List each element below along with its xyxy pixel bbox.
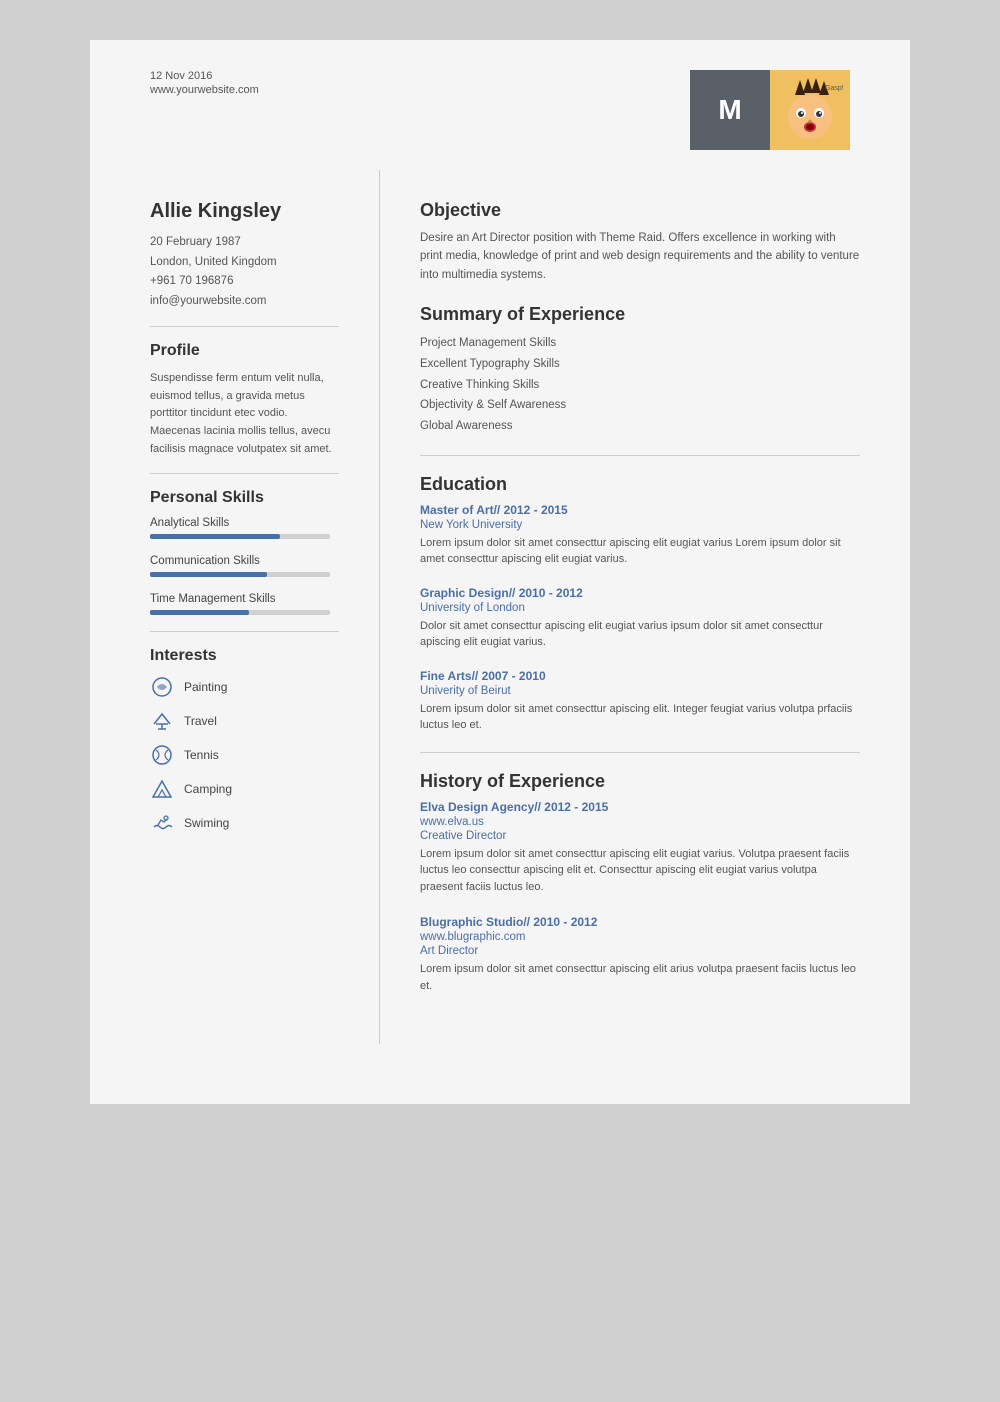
edu-entry-2: Fine Arts// 2007 - 2010 Univerity of Bei… [420,669,860,734]
skill-analytical-label: Analytical Skills [150,517,339,529]
exp-role-1: Art Director [420,945,860,957]
skill-communication: Communication Skills [150,555,339,577]
header: 12 Nov 2016 www.yourwebsite.com M [90,40,910,170]
edu-school-2: Univerity of Beirut [420,685,860,697]
education-section: Education Master of Art// 2012 - 2015 Ne… [420,474,860,734]
person-location: London, United Kingdom [150,253,339,273]
tennis-icon [150,743,174,767]
skill-time-label: Time Management Skills [150,593,339,605]
skill-analytical-bar-fill [150,534,280,539]
history-section: History of Experience Elva Design Agency… [420,771,860,995]
interest-painting: Painting [150,675,339,699]
interest-travel-label: Travel [184,714,217,728]
interest-camping: Camping [150,777,339,801]
exp-role-0: Creative Director [420,830,860,842]
history-title: History of Experience [420,771,860,792]
interest-painting-label: Painting [184,680,227,694]
interests-section: Interests Painting [150,647,339,835]
person-dob: 20 February 1987 [150,233,339,253]
header-date: 12 Nov 2016 [150,70,259,82]
exp-desc-1: Lorem ipsum dolor sit amet consecttur ap… [420,961,860,994]
edu-desc-2: Lorem ipsum dolor sit amet consecttur ap… [420,701,860,734]
right-column: Objective Desire an Art Director positio… [380,170,910,1044]
header-left: 12 Nov 2016 www.yourwebsite.com [150,70,259,96]
left-column: Allie Kingsley 20 February 1987 London, … [90,170,380,1044]
divider-3 [150,631,339,632]
divider-2 [150,473,339,474]
edu-entry-1: Graphic Design// 2010 - 2012 University … [420,586,860,651]
person-phone: +961 70 196876 [150,272,339,292]
summary-title: Summary of Experience [420,304,860,325]
edu-degree-0: Master of Art// 2012 - 2015 [420,503,860,517]
interest-tennis-label: Tennis [184,748,219,762]
divider-right-1 [420,455,860,456]
exp-desc-0: Lorem ipsum dolor sit amet consecttur ap… [420,846,860,896]
summary-item-0: Project Management Skills [420,333,860,354]
skill-time-bar-bg [150,610,330,615]
edu-school-1: University of London [420,602,860,614]
skill-analytical-bar-bg [150,534,330,539]
summary-item-2: Creative Thinking Skills [420,375,860,396]
objective-section: Objective Desire an Art Director positio… [420,200,860,284]
edu-degree-2: Fine Arts// 2007 - 2010 [420,669,860,683]
interest-camping-label: Camping [184,782,232,796]
exp-company-1: Blugraphic Studio// 2010 - 2012 [420,915,860,929]
interest-travel: Travel [150,709,339,733]
edu-entry-0: Master of Art// 2012 - 2015 New York Uni… [420,503,860,568]
summary-item-3: Objectivity & Self Awareness [420,395,860,416]
skill-time-management: Time Management Skills [150,593,339,615]
skill-communication-bar-fill [150,572,267,577]
header-website: www.yourwebsite.com [150,84,259,96]
edu-desc-1: Dolor sit amet consecttur apiscing elit … [420,618,860,651]
exp-entry-1: Blugraphic Studio// 2010 - 2012 www.blug… [420,915,860,994]
interest-swimming: Swiming [150,811,339,835]
swimming-icon [150,811,174,835]
painting-icon [150,675,174,699]
skill-analytical: Analytical Skills [150,517,339,539]
skill-time-bar-fill [150,610,249,615]
main-content: Allie Kingsley 20 February 1987 London, … [90,170,910,1044]
avatar-initial: M [690,70,770,150]
exp-url-1: www.blugraphic.com [420,931,860,943]
exp-entry-0: Elva Design Agency// 2012 - 2015 www.elv… [420,800,860,896]
edu-degree-1: Graphic Design// 2010 - 2012 [420,586,860,600]
skills-section: Personal Skills Analytical Skills Commun… [150,489,339,615]
summary-item-1: Excellent Typography Skills [420,354,860,375]
summary-item-4: Global Awareness [420,416,860,437]
divider-right-2 [420,752,860,753]
interests-title: Interests [150,647,339,665]
interest-tennis: Tennis [150,743,339,767]
profile-title: Profile [150,342,339,360]
svg-text:Gasp!: Gasp! [825,85,844,92]
header-avatars: M [690,70,850,150]
summary-section: Summary of Experience Project Management… [420,304,860,436]
edu-desc-0: Lorem ipsum dolor sit amet consecttur ap… [420,535,860,568]
resume-page: 12 Nov 2016 www.yourwebsite.com M [90,40,910,1104]
edu-school-0: New York University [420,519,860,531]
person-name: Allie Kingsley [150,200,339,223]
education-title: Education [420,474,860,495]
camping-icon [150,777,174,801]
skills-title: Personal Skills [150,489,339,507]
divider-1 [150,326,339,327]
avatar-cartoon: Gasp! [770,70,850,150]
summary-items: Project Management Skills Excellent Typo… [420,333,860,436]
person-email: info@yourwebsite.com [150,292,339,312]
interest-swimming-label: Swiming [184,816,229,830]
profile-section: Profile Suspendisse ferm entum velit nul… [150,342,339,458]
exp-url-0: www.elva.us [420,816,860,828]
objective-text: Desire an Art Director position with The… [420,229,860,284]
exp-company-0: Elva Design Agency// 2012 - 2015 [420,800,860,814]
skill-communication-label: Communication Skills [150,555,339,567]
person-info: Allie Kingsley 20 February 1987 London, … [150,200,339,311]
skill-communication-bar-bg [150,572,330,577]
travel-icon [150,709,174,733]
profile-text: Suspendisse ferm entum velit nulla, euis… [150,370,339,458]
objective-title: Objective [420,200,860,221]
